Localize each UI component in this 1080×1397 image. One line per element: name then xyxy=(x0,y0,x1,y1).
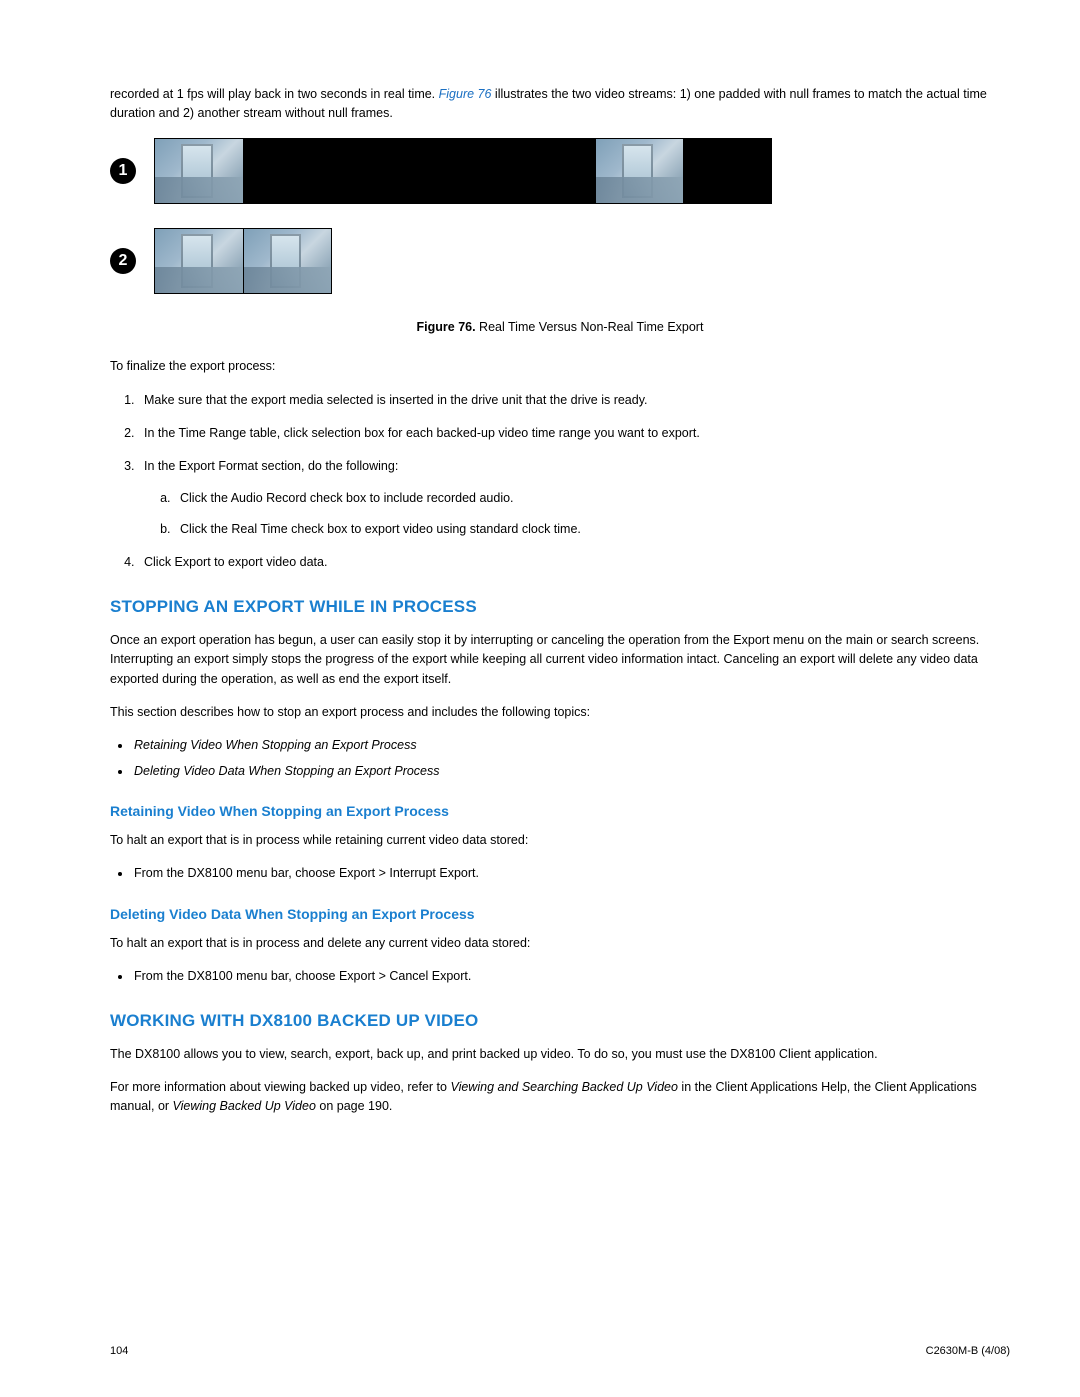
figure-row-1: 1 xyxy=(110,138,1010,204)
video-frame-image xyxy=(155,229,243,293)
working-p2-i1: Viewing and Searching Backed Up Video xyxy=(450,1080,677,1094)
stopping-p1: Once an export operation has begun, a us… xyxy=(110,631,1010,689)
retain-bullets: From the DX8100 menu bar, choose Export … xyxy=(132,864,1010,883)
caption-text: Real Time Versus Non-Real Time Export xyxy=(476,320,704,334)
frame-cell xyxy=(331,139,419,203)
frame-strip-2 xyxy=(154,228,332,294)
stopping-topics: Retaining Video When Stopping an Export … xyxy=(132,736,1010,781)
figure-row-2: 2 xyxy=(110,228,1010,294)
doc-id: C2630M-B (4/08) xyxy=(926,1345,1010,1357)
figure-link[interactable]: Figure 76 xyxy=(439,87,492,101)
finalize-lead: To finalize the export process: xyxy=(110,357,1010,376)
finalize-steps: Make sure that the export media selected… xyxy=(138,391,1010,573)
working-p2-i2: Viewing Backed Up Video xyxy=(173,1099,316,1113)
step-3b: Click the Real Time check box to export … xyxy=(174,520,1010,539)
heading-delete: Deleting Video Data When Stopping an Exp… xyxy=(110,906,1010,922)
intro-pre: recorded at 1 fps will play back in two … xyxy=(110,87,439,101)
step-3-substeps: Click the Audio Record check box to incl… xyxy=(174,489,1010,540)
delete-bullet: From the DX8100 menu bar, choose Export … xyxy=(132,967,1010,986)
frame-cell xyxy=(683,139,771,203)
frame-cell xyxy=(243,139,331,203)
video-frame-image xyxy=(155,139,243,203)
working-p1: The DX8100 allows you to view, search, e… xyxy=(110,1045,1010,1064)
frame-cell xyxy=(155,139,243,203)
frame-cell xyxy=(419,139,507,203)
frame-cell xyxy=(595,139,683,203)
frame-strip-1 xyxy=(154,138,772,204)
heading-working: WORKING WITH DX8100 BACKED UP VIDEO xyxy=(110,1011,1010,1031)
video-frame-image xyxy=(596,139,683,203)
caption-label: Figure 76. xyxy=(417,320,476,334)
video-frame-image xyxy=(244,229,331,293)
page-number: 104 xyxy=(110,1345,128,1357)
topic-delete: Deleting Video Data When Stopping an Exp… xyxy=(132,762,1010,781)
heading-stopping: STOPPING AN EXPORT WHILE IN PROCESS xyxy=(110,597,1010,617)
step-3a: Click the Audio Record check box to incl… xyxy=(174,489,1010,508)
step-1: Make sure that the export media selected… xyxy=(138,391,1010,410)
retain-p: To halt an export that is in process whi… xyxy=(110,831,1010,850)
step-3-text: In the Export Format section, do the fol… xyxy=(144,459,398,473)
frame-cell xyxy=(243,229,331,293)
topic-retain: Retaining Video When Stopping an Export … xyxy=(132,736,1010,755)
working-p2-pre: For more information about viewing backe… xyxy=(110,1080,450,1094)
figure-caption: Figure 76. Real Time Versus Non-Real Tim… xyxy=(110,318,1010,337)
frame-cell xyxy=(155,229,243,293)
step-3: In the Export Format section, do the fol… xyxy=(138,457,1010,539)
stopping-p2: This section describes how to stop an ex… xyxy=(110,703,1010,722)
intro-paragraph: recorded at 1 fps will play back in two … xyxy=(110,85,1010,124)
retain-bullet: From the DX8100 menu bar, choose Export … xyxy=(132,864,1010,883)
working-p2-post: on page 190. xyxy=(316,1099,392,1113)
working-p2: For more information about viewing backe… xyxy=(110,1078,1010,1117)
delete-bullets: From the DX8100 menu bar, choose Export … xyxy=(132,967,1010,986)
page-footer: 104 C2630M-B (4/08) xyxy=(110,1345,1010,1357)
heading-retain: Retaining Video When Stopping an Export … xyxy=(110,803,1010,819)
badge-2-icon: 2 xyxy=(110,248,136,274)
badge-1-icon: 1 xyxy=(110,158,136,184)
step-4: Click Export to export video data. xyxy=(138,553,1010,572)
step-2: In the Time Range table, click selection… xyxy=(138,424,1010,443)
frame-cell xyxy=(507,139,595,203)
delete-p: To halt an export that is in process and… xyxy=(110,934,1010,953)
manual-page: recorded at 1 fps will play back in two … xyxy=(0,0,1080,1397)
